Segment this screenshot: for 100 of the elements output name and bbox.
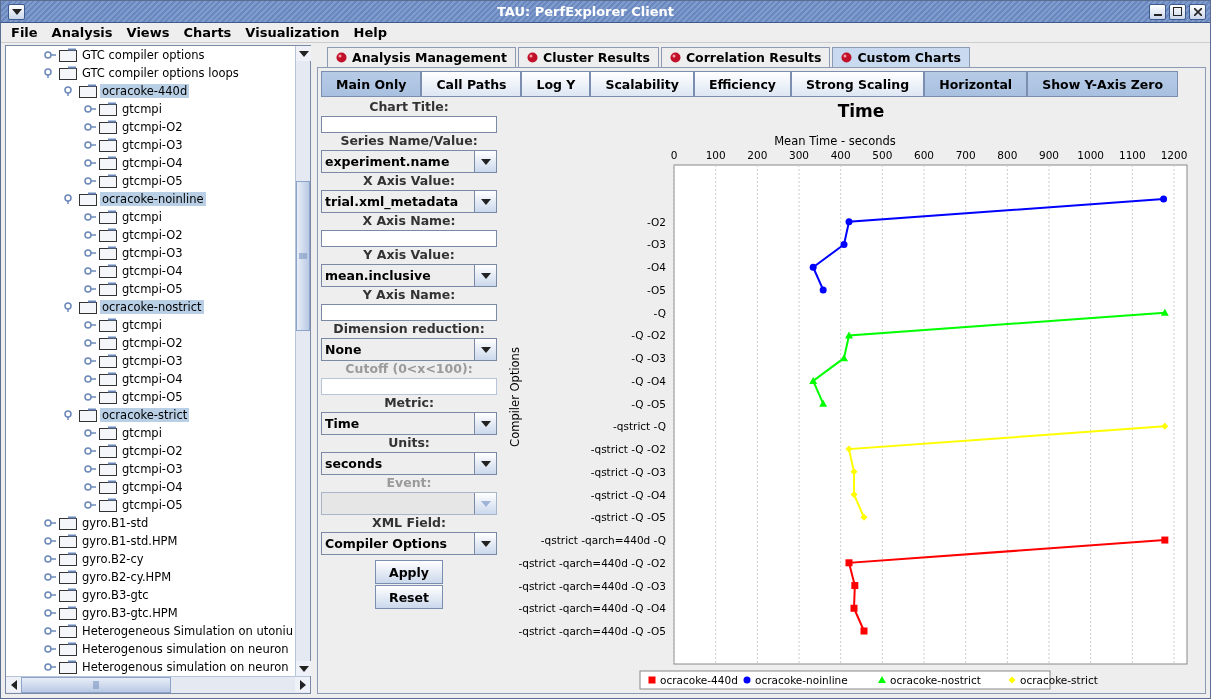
collapsed-handle-icon[interactable] [44, 50, 56, 60]
collapsed-handle-icon[interactable] [84, 392, 96, 402]
close-button[interactable] [1189, 3, 1206, 20]
tree-item[interactable]: GTC compiler options loops [80, 66, 241, 80]
maximize-button[interactable] [1169, 3, 1186, 20]
tree-item[interactable]: gyro.B3-gtc [80, 588, 151, 602]
tree-item[interactable]: gtcmpi-O4 [120, 264, 185, 278]
collapsed-handle-icon[interactable] [44, 644, 56, 654]
collapsed-handle-icon[interactable] [84, 446, 96, 456]
tree-item[interactable]: gtcmpi-O2 [120, 336, 185, 350]
tree-item[interactable]: gyro.B2-cy.HPM [80, 570, 174, 584]
toggle-button[interactable]: Log Y [521, 71, 591, 97]
text-field[interactable] [321, 230, 497, 247]
toggle-button[interactable]: Scalability [590, 71, 694, 97]
collapsed-handle-icon[interactable] [44, 608, 56, 618]
collapsed-handle-icon[interactable] [84, 338, 96, 348]
tab[interactable]: Analysis Management [327, 47, 516, 67]
tree-item[interactable]: gtcmpi [120, 318, 164, 332]
tab[interactable]: Cluster Results [517, 47, 659, 67]
collapsed-handle-icon[interactable] [44, 554, 56, 564]
tree-item[interactable]: gyro.B1-std.HPM [80, 534, 180, 548]
collapsed-handle-icon[interactable] [44, 572, 56, 582]
collapsed-handle-icon[interactable] [44, 518, 56, 528]
dropdown[interactable]: Time [321, 412, 497, 435]
collapsed-handle-icon[interactable] [84, 122, 96, 132]
collapsed-handle-icon[interactable] [84, 284, 96, 294]
tree-item[interactable]: gtcmpi-O5 [120, 174, 185, 188]
menu-item[interactable]: Charts [183, 25, 232, 40]
tree-item[interactable]: gtcmpi-O3 [120, 246, 185, 260]
collapsed-handle-icon[interactable] [84, 158, 96, 168]
tree-item[interactable]: gyro.B2-cy [80, 552, 146, 566]
horizontal-scrollbar[interactable] [6, 676, 310, 693]
menu-item[interactable]: Help [353, 25, 387, 40]
collapsed-handle-icon[interactable] [84, 176, 96, 186]
tree-item[interactable]: gtcmpi-O4 [120, 480, 185, 494]
collapsed-handle-icon[interactable] [84, 428, 96, 438]
tree-item[interactable]: gtcmpi-O4 [120, 156, 185, 170]
tab[interactable]: Correlation Results [660, 47, 831, 67]
tree-item[interactable]: GTC compiler options [80, 48, 207, 62]
toggle-button[interactable]: Horizontal [924, 71, 1028, 97]
tree-item[interactable]: ocracoke-noinline [100, 192, 206, 206]
tree-item[interactable]: gtcmpi-O2 [120, 228, 185, 242]
collapsed-handle-icon[interactable] [44, 662, 56, 672]
tab[interactable]: Custom Charts [832, 47, 970, 67]
toggle-button[interactable]: Call Paths [421, 71, 522, 97]
dropdown[interactable]: experiment.name [321, 150, 497, 173]
tree-item[interactable]: gtcmpi [120, 102, 164, 116]
dropdown[interactable]: trial.xml_metadata [321, 190, 497, 213]
collapsed-handle-icon[interactable] [84, 464, 96, 474]
dropdown[interactable]: None [321, 338, 497, 361]
toggle-button[interactable]: Strong Scaling [791, 71, 925, 97]
collapsed-handle-icon[interactable] [44, 626, 56, 636]
tree-item[interactable]: gtcmpi-O4 [120, 372, 185, 386]
menu-item[interactable]: Views [126, 25, 170, 40]
collapsed-handle-icon[interactable] [44, 536, 56, 546]
collapsed-handle-icon[interactable] [84, 356, 96, 366]
tree-item[interactable]: gtcmpi [120, 426, 164, 440]
tree-item[interactable]: gtcmpi-O5 [120, 282, 185, 296]
tree-item[interactable]: Heterogenous simulation on neuron [80, 642, 291, 656]
dropdown[interactable]: Compiler Options [321, 532, 497, 555]
minimize-button[interactable] [1149, 3, 1166, 20]
tree-item[interactable]: gtcmpi-O2 [120, 120, 185, 134]
tree-item[interactable]: gtcmpi-O5 [120, 390, 185, 404]
collapsed-handle-icon[interactable] [84, 320, 96, 330]
collapsed-handle-icon[interactable] [84, 500, 96, 510]
tree-item[interactable]: gtcmpi-O2 [120, 444, 185, 458]
tree-item[interactable]: ocracoke-nostrict [100, 300, 204, 314]
collapsed-handle-icon[interactable] [84, 248, 96, 258]
collapsed-handle-icon[interactable] [84, 212, 96, 222]
window-menu-button[interactable] [8, 3, 25, 20]
collapsed-handle-icon[interactable] [84, 266, 96, 276]
toggle-button[interactable]: Efficiency [693, 71, 791, 97]
menu-item[interactable]: File [11, 25, 38, 40]
collapsed-handle-icon[interactable] [84, 482, 96, 492]
tree-item[interactable]: gtcmpi [120, 210, 164, 224]
collapsed-handle-icon[interactable] [84, 104, 96, 114]
tree-item[interactable]: ocracoke-strict [100, 408, 190, 422]
text-field[interactable] [321, 304, 497, 321]
text-field[interactable] [321, 116, 497, 133]
dropdown[interactable] [321, 492, 497, 515]
tree-item[interactable]: ocracoke-440d [100, 84, 190, 98]
collapsed-handle-icon[interactable] [84, 374, 96, 384]
menu-item[interactable]: Analysis [51, 25, 113, 40]
dropdown[interactable]: seconds [321, 452, 497, 475]
scroll-thumb[interactable] [21, 677, 171, 693]
toggle-button[interactable]: Show Y-Axis Zero [1027, 71, 1179, 97]
form-button[interactable]: Apply [375, 560, 443, 584]
toggle-button[interactable]: Main Only [321, 71, 422, 97]
tree-item[interactable]: gtcmpi-O5 [120, 498, 185, 512]
tree-item[interactable]: Heterogeneous Simulation on utoniu [80, 624, 295, 638]
scroll-thumb[interactable] [296, 181, 310, 331]
vertical-scrollbar[interactable] [295, 46, 310, 676]
tree-item[interactable]: gtcmpi-O3 [120, 354, 185, 368]
collapsed-handle-icon[interactable] [84, 230, 96, 240]
tree-item[interactable]: gtcmpi-O3 [120, 462, 185, 476]
tree-item[interactable]: gyro.B1-std [80, 516, 151, 530]
dropdown[interactable]: mean.inclusive [321, 264, 497, 287]
tree-item[interactable]: Heterogenous simulation on neuron [80, 660, 291, 674]
tree-item[interactable]: gtcmpi-O3 [120, 138, 185, 152]
menu-item[interactable]: Visualization [245, 25, 340, 40]
